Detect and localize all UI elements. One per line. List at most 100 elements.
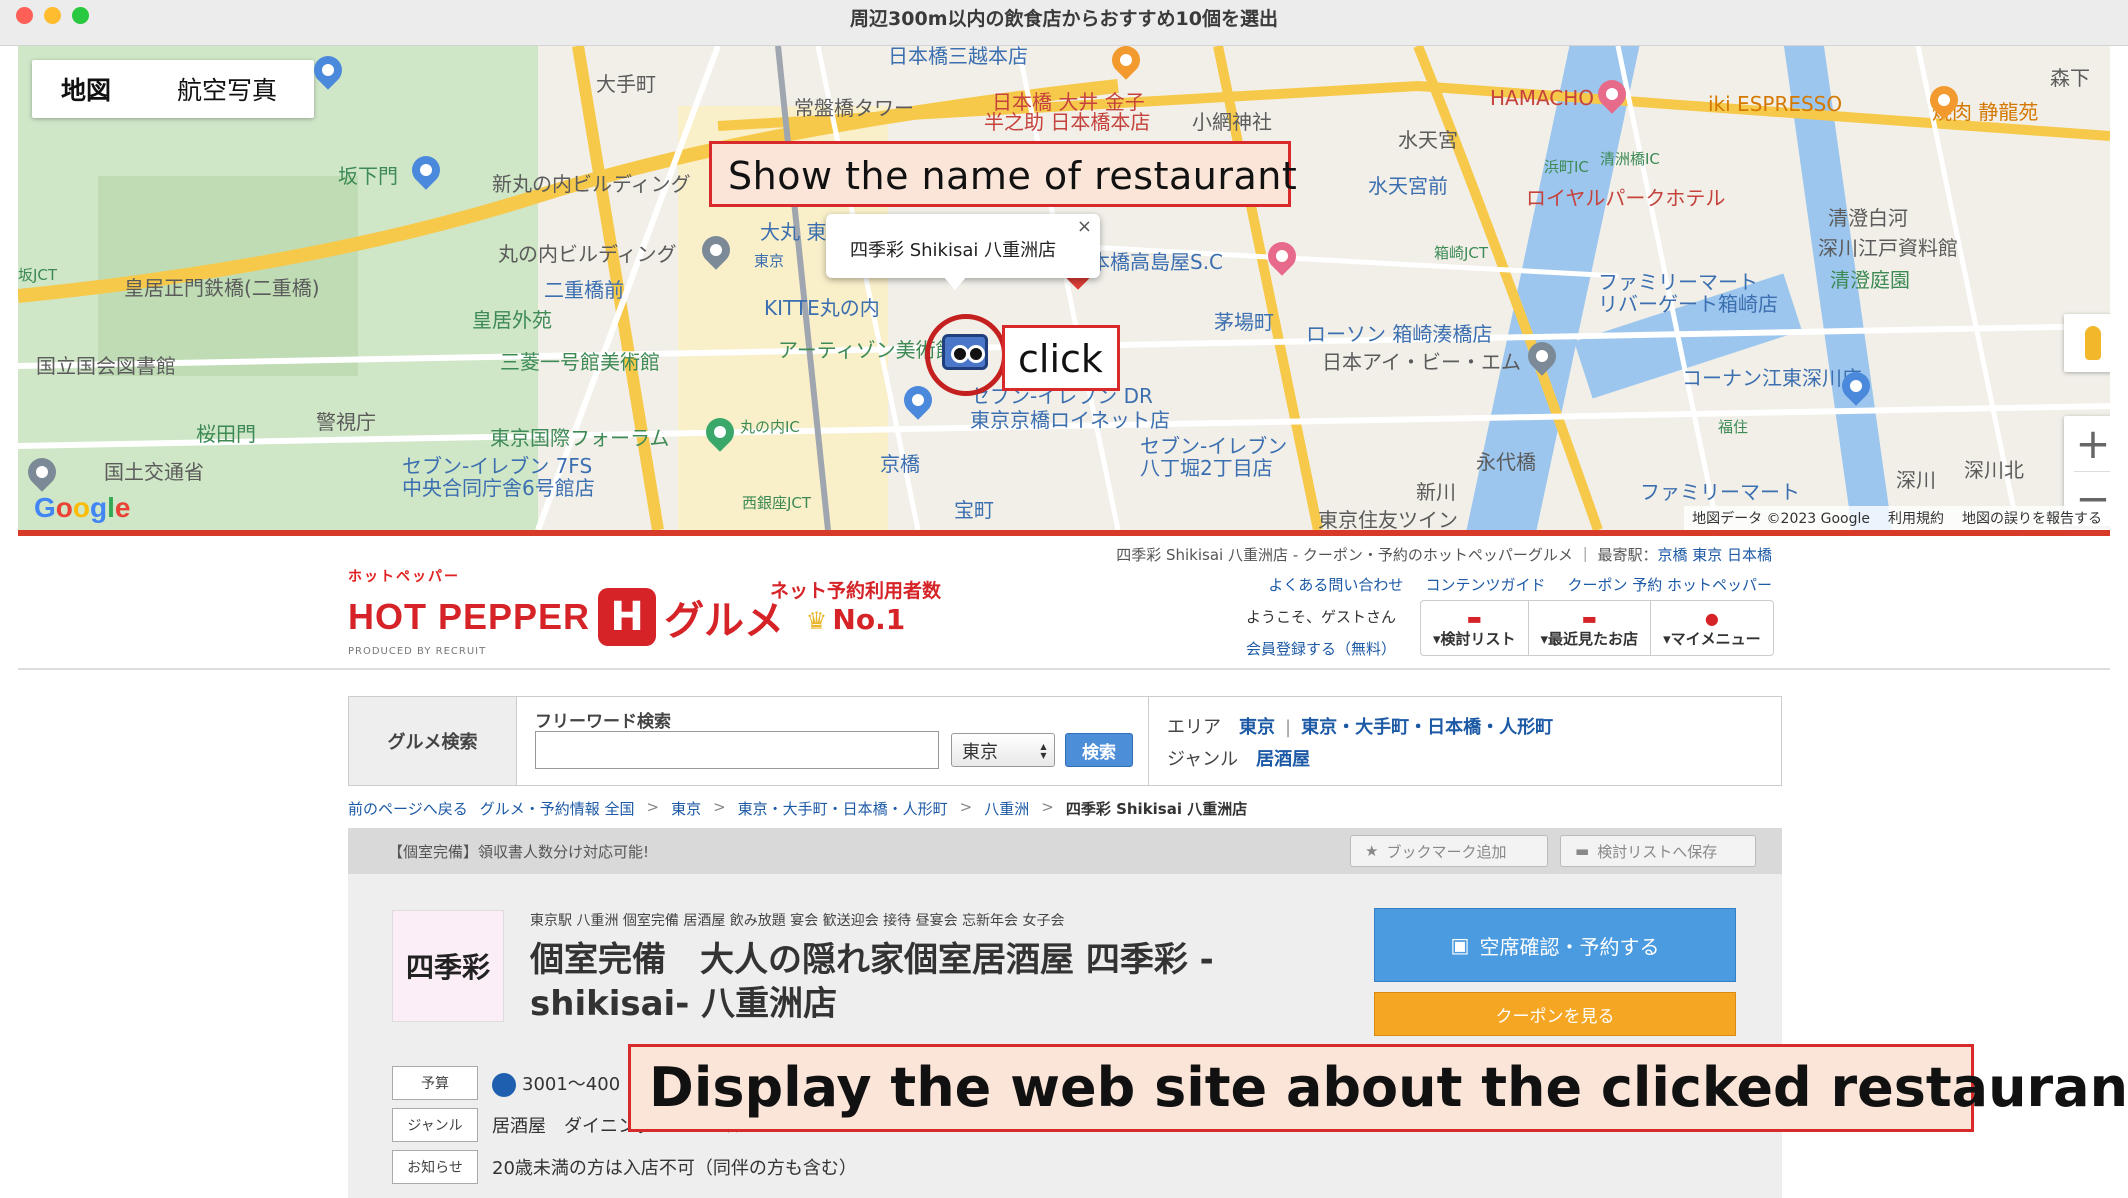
google-logo: Google: [34, 492, 131, 523]
save-list-button[interactable]: ▬ 検討リストへ保存: [1560, 835, 1756, 867]
annotation-click: click: [1002, 325, 1120, 391]
user-menu: ▬ ▾検討リスト ▬ ▾最近見たお店 ● ▾マイメニュー: [1420, 600, 1774, 656]
list-icon: ▬: [1575, 842, 1590, 860]
google-map[interactable]: 地図 航空写真 日本橋三越本店 大手町 常盤橋タワー 日本橋 大井 金子 半之助…: [18, 46, 2110, 530]
reserve-button[interactable]: ▣ 空席確認・予約する: [1374, 908, 1736, 982]
map-label: 宝町: [954, 498, 994, 522]
map-label: 皇居外苑: [472, 308, 552, 332]
back-link[interactable]: 前のページへ戻る: [348, 798, 468, 819]
map-label: 国土交通省: [104, 460, 204, 484]
map-label: 中央合同庁舎6号館店: [402, 476, 595, 500]
map-label: 新川: [1416, 480, 1456, 504]
budget-value: 3001～400: [522, 1073, 621, 1095]
map-label: 桜田門: [196, 422, 256, 446]
report-error-link[interactable]: 地図の誤りを報告する: [1962, 508, 2102, 528]
terms-link[interactable]: 利用規約: [1888, 508, 1944, 528]
free-word-title: フリーワード検索: [535, 712, 671, 732]
map-label: 新丸の内ビルディング: [492, 172, 691, 196]
bookmark-button[interactable]: ★ ブックマーク追加: [1350, 835, 1548, 867]
map-label: 日本橋 大井 金子: [992, 90, 1145, 114]
review-list-button[interactable]: ▬ ▾検討リスト: [1421, 601, 1529, 655]
map-label: 清澄白河: [1828, 206, 1908, 230]
map-label: 丸の内IC: [740, 418, 800, 436]
logo-word: HOT PEPPER: [348, 596, 591, 637]
no1-text: No.1: [832, 603, 906, 636]
map-label: 永代橋: [1476, 450, 1536, 474]
map-label: 東京: [754, 252, 785, 270]
area-link-tokyo[interactable]: 東京: [1239, 717, 1275, 738]
notice-key: お知らせ: [392, 1150, 478, 1184]
street-view-pegman-icon[interactable]: [2064, 314, 2110, 372]
map-label: 国立国会図書館: [36, 354, 176, 378]
breadcrumb-item[interactable]: 八重洲: [984, 798, 1029, 819]
my-menu-button[interactable]: ● ▾マイメニュー: [1651, 601, 1773, 655]
area-select[interactable]: 東京: [951, 733, 1055, 767]
map-label: 坂下門: [338, 164, 398, 188]
map-label: 半之助 日本橋本店: [984, 110, 1151, 134]
map-label: ファミリーマート: [1640, 480, 1800, 504]
shop-name: 個室完備 大人の隠れ家個室居酒屋 四季彩 -shikisai- 八重洲店: [530, 940, 1214, 1025]
map-label: 日本橋三越本店: [888, 46, 1028, 68]
map-attribution: 地図データ ©2023 Google 利用規約 地図の誤りを報告する: [1684, 506, 2110, 530]
map-label: コーナン江東深川店: [1682, 366, 1862, 390]
signup-link[interactable]: 会員登録する（無料）: [1246, 638, 1396, 659]
zoom-in-button[interactable]: +: [2064, 416, 2110, 471]
map-label: 三菱一号館美術館: [500, 350, 660, 374]
map-label: KITTE丸の内: [764, 296, 880, 320]
window-titlebar: 周辺300m以内の飲食店からおすすめ10個を選出: [0, 0, 2128, 46]
crown-icon: ♛: [805, 607, 828, 635]
map-label: 坂JCT: [18, 266, 58, 284]
content-guide-link[interactable]: コンテンツガイド: [1425, 574, 1545, 595]
notice-value: 20歳未満の方は入店不可（同伴の方も含む）: [492, 1158, 857, 1179]
coupon-link[interactable]: クーポン 予約 ホットペッパー: [1567, 574, 1772, 595]
restaurant-marker-icon[interactable]: [942, 334, 988, 370]
logo-gourmet: グルメ: [664, 598, 785, 644]
star-icon: ★: [1365, 842, 1379, 860]
info-row-budget: 予算 3001～400: [392, 1066, 620, 1100]
map-label: 清洲橋IC: [1600, 150, 1660, 168]
hotpepper-logo[interactable]: ホットペッパー HOT PEPPER H グルメ PRODUCED BY REC…: [348, 566, 784, 657]
map-label: ローソン 箱崎湊橋店: [1306, 322, 1493, 346]
area-genre-section: エリア 東京 | 東京・大手町・日本橋・人形町 ジャンル 居酒屋: [1167, 717, 1554, 770]
map-label: 西銀座JCT: [742, 494, 812, 512]
breadcrumb-current: 四季彩 Shikisai 八重洲店: [1065, 800, 1248, 818]
hotpepper-header: ホットペッパー HOT PEPPER H グルメ PRODUCED BY REC…: [18, 536, 2110, 670]
map-label: 森下: [2050, 66, 2090, 90]
subtitle-text: 四季彩 Shikisai 八重洲店 - クーポン・予約のホットペッパーグルメ ｜…: [1116, 546, 1658, 564]
map-view-button[interactable]: 地図: [32, 60, 140, 118]
coupon-button[interactable]: クーポンを見る: [1374, 992, 1736, 1036]
breadcrumb-item[interactable]: 東京: [671, 798, 701, 819]
map-label: HAMACHO: [1490, 86, 1595, 110]
map-label: 深川北: [1964, 458, 2024, 482]
annotation-display-site: Display the web site about the clicked r…: [628, 1044, 2128, 1132]
map-type-toggle: 地図 航空写真: [32, 60, 314, 118]
breadcrumb-item[interactable]: グルメ・予約情報 全国: [480, 798, 635, 819]
no1-caption: ネット予約利用者数: [770, 580, 942, 602]
breadcrumb-item[interactable]: 東京・大手町・日本橋・人形町: [738, 798, 948, 819]
map-data-credit: 地図データ ©2023 Google: [1692, 511, 1870, 527]
map-label: ファミリーマート: [1598, 270, 1758, 294]
recent-shops-button[interactable]: ▬ ▾最近見たお店: [1529, 601, 1652, 655]
map-label: リバーゲート箱崎店: [1598, 292, 1778, 316]
faq-link[interactable]: よくある問い合わせ: [1268, 574, 1403, 595]
nearest-stations-link[interactable]: 京橋 東京 日本橋: [1657, 546, 1772, 564]
info-row-notice: お知らせ 20歳未満の方は入店不可（同伴の方も含む）: [392, 1150, 857, 1184]
close-icon[interactable]: ×: [1077, 216, 1092, 237]
restaurant-info-window: 四季彩 Shikisai 八重洲店 ×: [826, 214, 1100, 278]
map-label: 茅場町: [1214, 310, 1274, 334]
genre-key: ジャンル: [1167, 749, 1239, 770]
satellite-view-button[interactable]: 航空写真: [140, 60, 314, 118]
shop-notice: 【個室完備】領収書人数分け対応可能!: [388, 843, 650, 861]
search-button[interactable]: 検索: [1065, 733, 1133, 767]
shop-main-section: 四季彩 東京駅 八重洲 個室完備 居酒屋 飲み放題 宴会 歓送迎会 接待 昼宴会…: [348, 874, 1782, 1198]
map-label: 八丁堀2丁目店: [1140, 456, 1273, 480]
map-label: 水天宮: [1398, 128, 1458, 152]
logo-h-icon: H: [598, 588, 657, 646]
shop-notice-bar: 【個室完備】領収書人数分け対応可能! ★ ブックマーク追加 ▬ 検討リストへ保存: [348, 828, 1782, 874]
genre-link[interactable]: 居酒屋: [1256, 749, 1310, 770]
page-subtitle: 四季彩 Shikisai 八重洲店 - クーポン・予約のホットペッパーグルメ ｜…: [1116, 544, 1772, 565]
restaurant-name-popup: 四季彩 Shikisai 八重洲店: [850, 240, 1057, 261]
free-word-input[interactable]: [535, 731, 939, 769]
area-link-otemachi[interactable]: 東京・大手町・日本橋・人形町: [1301, 717, 1553, 738]
gourmet-search-box: グルメ検索 フリーワード検索 東京 検索 エリア東京|東京・大手町・日本橋・人形…: [348, 696, 1782, 786]
